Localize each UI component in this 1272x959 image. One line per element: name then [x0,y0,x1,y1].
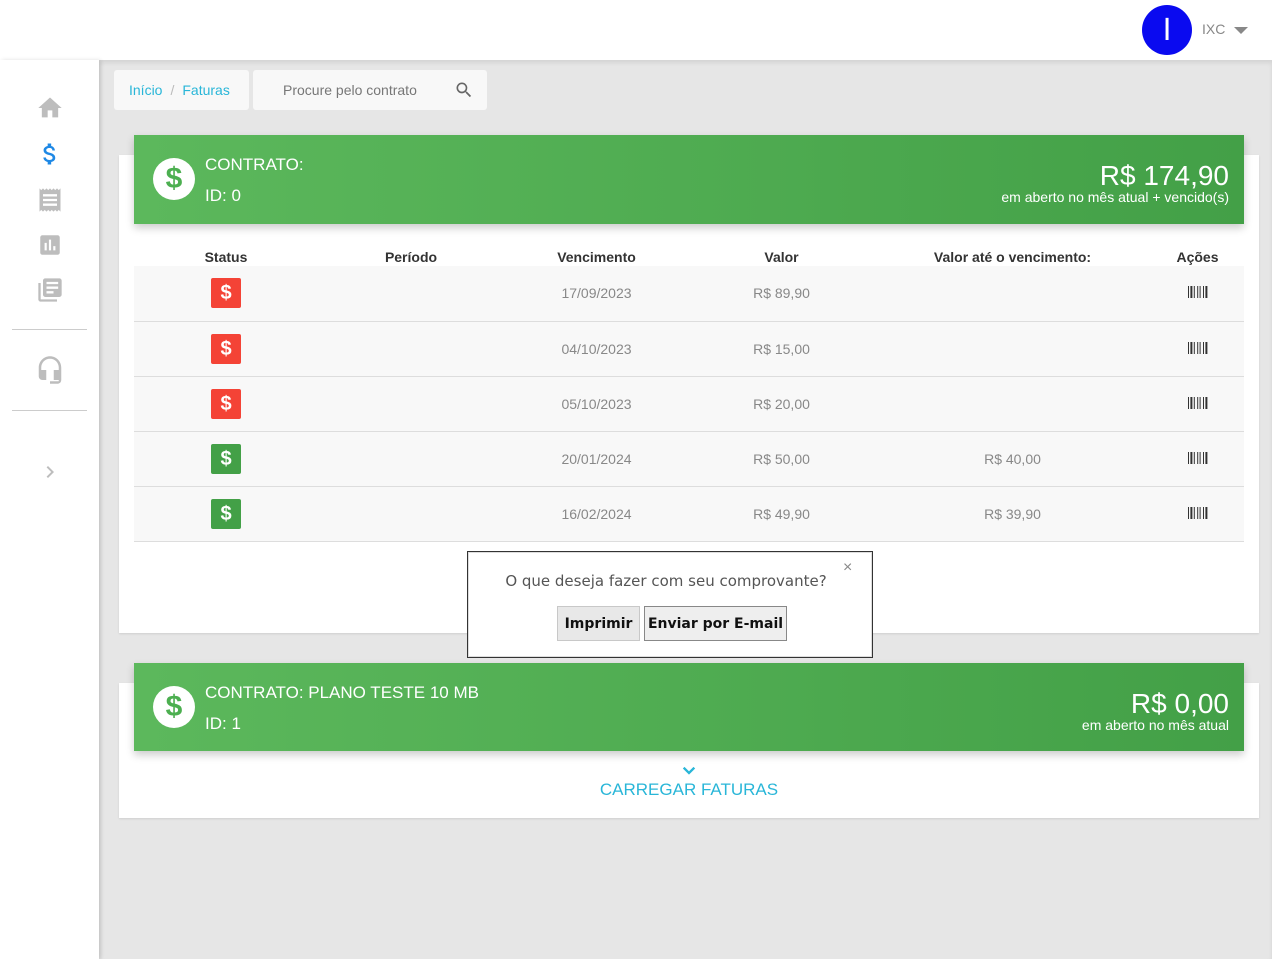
period-cell [318,321,504,377]
actions-cell [1151,486,1244,542]
status-dollar-icon: $ [211,443,241,474]
status-cell: $ [134,431,318,487]
chart-icon[interactable] [34,229,66,261]
chevron-down-icon[interactable] [1234,27,1248,34]
breadcrumb-separator: / [170,82,175,98]
value-cell: R$ 20,00 [689,376,874,432]
status-dollar-icon: $ [211,498,241,529]
table-row: $05/10/2023 R$ 20,00 [134,376,1244,432]
sidebar-divider [12,329,87,330]
contract-amount-note: em aberto no mês atual [1081,717,1229,733]
contract-amount: R$ 174,90 [1099,160,1229,191]
status-dollar-icon: $ [211,333,241,364]
table-row: $16/02/2024 R$ 49,90 R$ 39,90 [134,486,1244,542]
value-cell: R$ 15,00 [689,321,874,377]
search-input[interactable] [253,70,453,110]
invoices-table: Status Período Vencimento Valor Valor at… [134,248,1244,542]
headset-icon[interactable] [34,354,66,386]
breadcrumb-invoices-link[interactable]: Faturas [182,82,229,98]
status-cell: $ [134,376,318,432]
contract-id: ID: 1 [205,714,241,733]
value-until-due-cell [874,376,1151,432]
column-header: Ações [1176,249,1219,265]
value-until-due-cell: R$ 40,00 [874,431,1151,487]
dollar-icon[interactable] [34,138,66,170]
actions-cell [1151,431,1244,487]
due-date-cell: 05/10/2023 [504,376,689,432]
receipt-dialog: O que deseja fazer com seu comprovante? … [467,551,873,658]
status-dollar-icon: $ [211,278,241,309]
period-cell [318,266,504,322]
column-header: Valor até o vencimento: [933,249,1092,265]
contract-label: CONTRATO: PLANO TESTE 10 MB [205,683,479,702]
period-cell [318,486,504,542]
library-icon[interactable] [34,274,66,306]
barcode-icon[interactable] [1187,451,1208,464]
column-header: Status [204,249,248,265]
period-cell [318,376,504,432]
dollar-coin-icon: $ [153,686,195,728]
table-row: $20/01/2024 R$ 50,00 R$ 40,00 [134,431,1244,487]
contract-amount: R$ 0,00 [1130,688,1229,719]
column-header: Vencimento [557,249,636,265]
receipt-icon[interactable] [34,184,66,216]
breadcrumb-home-link[interactable]: Início [129,82,162,98]
column-header: Valor [764,249,799,265]
send-email-button[interactable]: Enviar por E-mail [644,606,787,641]
dollar-coin-icon: $ [153,158,195,200]
search-box [253,70,487,110]
due-date-cell: 17/09/2023 [504,266,689,322]
table-header-row: Status Período Vencimento Valor Valor at… [134,248,1244,266]
top-bar: I IXC [0,0,1272,60]
table-row: $17/09/2023 R$ 89,90 [134,266,1244,322]
due-date-cell: 16/02/2024 [504,486,689,542]
due-date-cell: 04/10/2023 [504,321,689,377]
status-cell: $ [134,486,318,542]
user-avatar[interactable]: I [1142,5,1192,55]
chevron-down-icon [119,764,1259,780]
chevron-right-icon[interactable] [34,456,66,488]
status-dollar-icon: $ [211,388,241,419]
breadcrumb: Início / Faturas [114,70,249,110]
contract-amount-note: em aberto no mês atual + vencido(s) [1001,189,1229,205]
value-until-due-cell: R$ 39,90 [874,486,1151,542]
load-invoices-label: CARREGAR FATURAS [599,780,779,799]
actions-cell [1151,376,1244,432]
table-row: $04/10/2023 R$ 15,00 [134,321,1244,377]
value-cell: R$ 49,90 [689,486,874,542]
close-icon[interactable]: × [843,559,852,577]
contract-header: $ CONTRATO: PLANO TESTE 10 MB ID: 1 R$ 0… [134,663,1244,751]
contract-header: $ CONTRATO: ID: 0 R$ 174,90 em aberto no… [134,135,1244,224]
username-label[interactable]: IXC [1202,21,1225,37]
status-cell: $ [134,266,318,322]
status-cell: $ [134,321,318,377]
search-icon[interactable] [454,80,474,100]
value-cell: R$ 89,90 [689,266,874,322]
load-invoices-button[interactable]: CARREGAR FATURAS [119,764,1259,800]
contract-id: ID: 0 [205,186,241,205]
sidebar-divider [12,410,87,411]
home-icon[interactable] [34,92,66,124]
value-until-due-cell [874,321,1151,377]
barcode-icon[interactable] [1187,285,1208,299]
actions-cell [1151,321,1244,377]
print-button[interactable]: Imprimir [557,606,640,641]
due-date-cell: 20/01/2024 [504,431,689,487]
column-header: Período [384,249,438,265]
value-until-due-cell [874,266,1151,322]
barcode-icon[interactable] [1187,506,1208,519]
sidebar [0,60,99,959]
barcode-icon[interactable] [1187,396,1208,409]
dialog-message: O que deseja fazer com seu comprovante? [505,572,827,590]
actions-cell [1151,266,1244,322]
period-cell [318,431,504,487]
contract-label: CONTRATO: [205,155,304,174]
barcode-icon[interactable] [1187,341,1208,354]
value-cell: R$ 50,00 [689,431,874,487]
